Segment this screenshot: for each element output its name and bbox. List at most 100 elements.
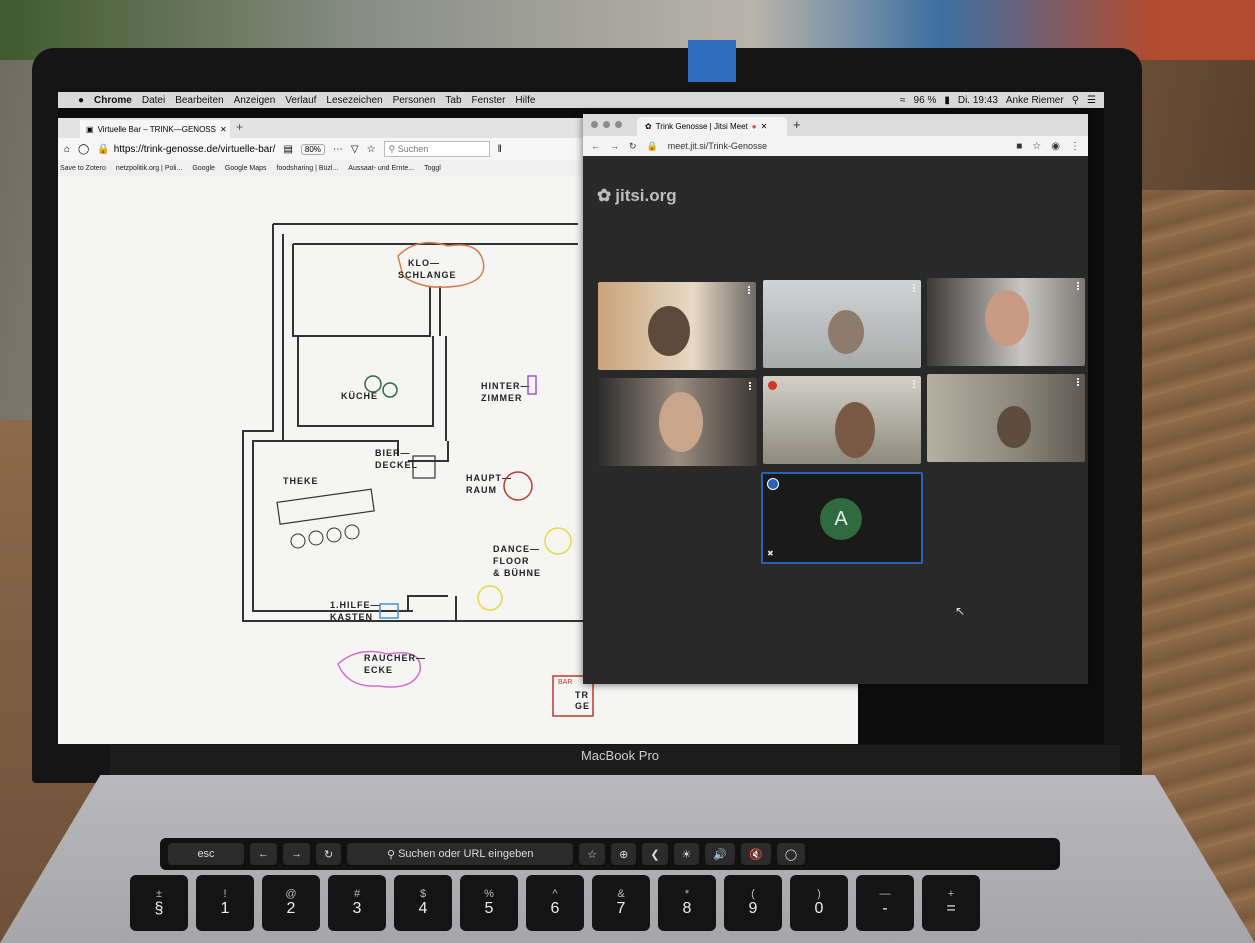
new-tab-icon[interactable]: + [793,117,801,132]
chrome-url-text[interactable]: meet.jit.si/Trink-Genosse [668,141,767,151]
key-6[interactable]: ^ 6 [526,875,584,931]
bookmark-item[interactable]: Toggl [424,165,441,172]
video-tile[interactable] [763,376,921,464]
new-tab-icon[interactable]: + [236,120,243,134]
bookmark-item[interactable]: Google [192,165,215,172]
mouse-cursor-icon: ↖ [955,604,966,618]
video-tile[interactable] [927,374,1085,462]
battery-icon[interactable]: ▮ [944,95,950,106]
pocket-icon[interactable]: ▽ [351,144,359,155]
menu-datei[interactable]: Datei [142,95,165,106]
maximize-window-icon[interactable] [615,121,622,128]
notification-center-icon[interactable]: ☰ [1087,95,1096,106]
volume-icon[interactable]: 🔊 [705,843,736,865]
tile-menu-icon[interactable] [1077,282,1081,290]
profile-icon[interactable]: ◉ [1051,141,1060,152]
tab-favicon-icon: ▣ [86,124,94,134]
bookmark-item[interactable]: Aussaat- und Ernte... [348,165,414,172]
key-9[interactable]: (9 [724,875,782,931]
esc-key[interactable]: esc [168,843,244,865]
reload-icon[interactable]: ↻ [316,843,342,865]
tile-menu-icon[interactable] [913,284,917,292]
zoom-level[interactable]: 80% [300,143,325,155]
apple-icon[interactable]: ● [78,95,84,106]
more-actions-icon[interactable]: ⋯ [333,144,343,155]
menu-tab[interactable]: Tab [445,95,461,106]
brightness-icon[interactable]: ☀ [673,843,700,865]
tile-menu-icon[interactable] [1077,378,1081,386]
webcam-tape [688,40,736,82]
key-0[interactable]: ) 0 [790,875,848,931]
back-icon[interactable]: ← [591,141,600,151]
bookmark-star-icon[interactable]: ☆ [579,843,606,865]
collapse-icon[interactable]: ❮ [642,843,668,865]
key-8[interactable]: * 8 [658,875,716,931]
firefox-url-bar[interactable]: 🔒 https://trink-genosse.de/virtuelle-bar… [97,141,275,157]
reader-view-icon[interactable]: ▤ [283,144,292,155]
menu-personen[interactable]: Personen [393,95,436,106]
bookmark-item[interactable]: netzpolitik.org | Poli... [116,165,182,172]
menu-fenster[interactable]: Fenster [472,95,506,106]
tile-menu-icon[interactable] [913,380,917,388]
video-tile[interactable] [927,278,1085,366]
key-minus[interactable]: — - [856,875,914,931]
battery-percent[interactable]: 96 % [914,95,937,106]
key-equals[interactable]: + = [922,875,980,931]
bookmark-item[interactable]: Save to Zotero [60,165,106,172]
participant-video [985,290,1029,346]
partial-label-2: GE [575,701,590,711]
key-section[interactable]: ± § [130,875,188,931]
bookmark-item[interactable]: foodsharing | Büzl... [277,165,339,172]
spotlight-icon[interactable]: ⚲ [1072,95,1079,106]
close-tab-icon[interactable]: ✕ [220,125,227,134]
forward-icon[interactable]: → [610,141,619,151]
menu-verlauf[interactable]: Verlauf [285,95,316,106]
dominant-speaker-icon [768,381,777,390]
library-icon[interactable]: ‖ [498,144,502,155]
close-window-icon[interactable] [591,121,598,128]
key-2[interactable]: @2 [262,875,320,931]
bar-sign-text: BAR [558,679,572,686]
touchbar-search[interactable]: ⚲ Suchen oder URL eingeben [347,843,574,865]
key-5[interactable]: % 5 [460,875,518,931]
menu-hilfe[interactable]: Hilfe [515,95,535,106]
menubar-clock[interactable]: Di. 19:43 [958,95,998,106]
bookmark-star-icon[interactable]: ☆ [367,144,376,155]
menu-bearbeiten[interactable]: Bearbeiten [175,95,223,106]
back-icon[interactable]: ← [250,843,277,865]
menu-anzeigen[interactable]: Anzeigen [234,95,276,106]
firefox-search-field[interactable]: ⚲ Suchen [383,141,490,157]
bookmark-item[interactable]: Google Maps [225,165,267,172]
menu-kebab-icon[interactable]: ⋮ [1070,141,1080,152]
key-4[interactable]: $4 [394,875,452,931]
video-tile[interactable] [763,280,921,368]
menu-lesezeichen[interactable]: Lesezeichen [326,95,382,106]
video-tile[interactable] [598,282,756,370]
chrome-tab[interactable]: ✿ Trink Genosse | Jitsi Meet ● ✕ [637,117,787,136]
shield-icon[interactable]: ◯ [78,144,89,155]
video-tile[interactable] [599,378,757,466]
menubar-app-name[interactable]: Chrome [94,95,132,106]
mute-icon[interactable]: 🔇 [741,843,771,865]
camera-icon[interactable]: ■ [1016,141,1022,152]
key-1[interactable]: ! 1 [196,875,254,931]
local-video-tile[interactable]: A ✖ [761,472,923,564]
reload-icon[interactable]: ↻ [629,141,637,152]
bookmark-star-icon[interactable]: ☆ [1032,141,1041,152]
close-tab-icon[interactable]: ✕ [761,122,768,131]
jitsi-logo[interactable]: ✿ jitsi.org [597,186,677,206]
key-7[interactable]: & 7 [592,875,650,931]
forward-icon[interactable]: → [283,843,310,865]
laptop-model-label: MacBook Pro [580,748,660,763]
firefox-tab[interactable]: ▣ Virtuelle Bar – TRINK—GENOSS ✕ [80,120,230,138]
tile-menu-icon[interactable] [749,382,753,390]
key-3[interactable]: #3 [328,875,386,931]
new-tab-icon[interactable]: ⊕ [611,843,637,865]
siri-icon[interactable]: ◯ [776,843,806,865]
tile-menu-icon[interactable] [748,286,752,294]
menubar-user[interactable]: Anke Riemer [1006,95,1064,106]
home-icon[interactable]: ⌂ [64,144,70,155]
firefox-url-text: https://trink-genosse.de/virtuelle-bar/ [113,143,276,155]
minimize-window-icon[interactable] [603,121,610,128]
wifi-icon[interactable]: ≈ [900,95,906,106]
